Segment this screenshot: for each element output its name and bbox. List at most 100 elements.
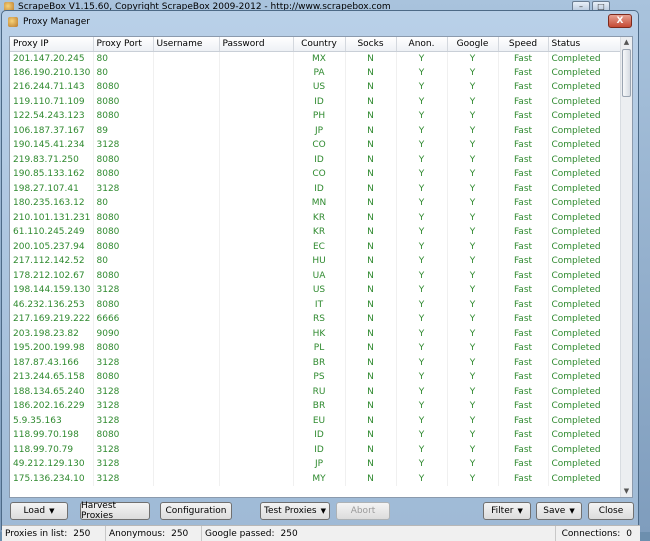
table-cell: 80 [93, 65, 154, 80]
col-header[interactable]: Speed [498, 37, 549, 52]
table-cell: N [345, 196, 397, 211]
table-cell: 8080 [93, 167, 154, 182]
table-row[interactable]: 122.54.243.123 8080 PH N Y Y Fast Completed [10, 109, 632, 124]
table-cell: BR [293, 355, 346, 370]
table-cell: 8080 [93, 225, 154, 240]
table-row[interactable]: 198.144.159.130 3128 US N Y Y Fast Completed [10, 283, 632, 298]
table-row[interactable]: 118.99.70.198 8080 ID N Y Y Fast Completed [10, 428, 632, 443]
abort-button[interactable]: Abort [336, 502, 390, 520]
col-header[interactable]: Password [219, 37, 294, 52]
table-cell: N [345, 65, 397, 80]
table-cell [219, 413, 294, 428]
table-cell: 5.9.35.163 [10, 413, 94, 428]
table-row[interactable]: 180.235.163.12 80 MN N Y Y Fast Completed [10, 196, 632, 211]
table-cell: 8080 [93, 268, 154, 283]
table-row[interactable]: 190.145.41.234 3128 CO N Y Y Fast Completed [10, 138, 632, 153]
table-cell: 3128 [93, 471, 154, 486]
table-cell [153, 399, 220, 414]
table-cell: Y [396, 442, 448, 457]
col-header[interactable]: Anon. [396, 37, 448, 52]
harvest-proxies-button[interactable]: Harvest Proxies [80, 501, 150, 521]
close-button[interactable]: Close [588, 502, 634, 520]
table-row[interactable]: 195.200.199.98 8080 PL N Y Y Fast Completed [10, 341, 632, 356]
table-cell [153, 471, 220, 486]
status-label: Proxies in list: [5, 528, 68, 539]
table-row[interactable]: 217.169.219.222 6666 RS N Y Y Fast Completed [10, 312, 632, 327]
table-row[interactable]: 46.232.136.253 8080 IT N Y Y Fast Completed [10, 297, 632, 312]
table-cell: 46.232.136.253 [10, 297, 94, 312]
table-row[interactable]: 186.202.16.229 3128 BR N Y Y Fast Completed [10, 399, 632, 414]
scroll-up-icon[interactable]: ▲ [621, 37, 632, 48]
table-cell: 106.187.37.167 [10, 123, 94, 138]
table-cell [219, 51, 294, 66]
table-row[interactable]: 187.87.43.166 3128 BR N Y Y Fast Completed [10, 355, 632, 370]
table-row[interactable]: 119.110.71.109 8080 ID N Y Y Fast Completed [10, 94, 632, 109]
table-cell: N [345, 457, 397, 472]
table-row[interactable]: 61.110.245.249 8080 KR N Y Y Fast Completed [10, 225, 632, 240]
table-row[interactable]: 216.244.71.143 8080 US N Y Y Fast Completed [10, 80, 632, 95]
table-cell [153, 384, 220, 399]
col-header[interactable]: Proxy Port [93, 37, 154, 52]
filter-button[interactable]: Filter ▼ [483, 502, 531, 520]
table-cell [153, 283, 220, 298]
table-cell: 80 [93, 51, 154, 66]
table-row[interactable]: 188.134.65.240 3128 RU N Y Y Fast Completed [10, 384, 632, 399]
table-cell: 190.145.41.234 [10, 138, 94, 153]
table-cell: Y [447, 312, 499, 327]
test-proxies-button[interactable]: Test Proxies ▼ [260, 502, 330, 520]
col-header[interactable]: Username [153, 37, 220, 52]
table-row[interactable]: 201.147.20.245 80 MX N Y Y Fast Completed [10, 51, 632, 66]
table-row[interactable]: 200.105.237.94 8080 EC N Y Y Fast Completed [10, 239, 632, 254]
proxy-grid[interactable]: Proxy IP Proxy Port Username Password Co… [9, 36, 633, 498]
table-row[interactable]: 118.99.70.79 3128 ID N Y Y Fast Completed [10, 442, 632, 457]
table-cell: Y [447, 254, 499, 269]
scroll-down-icon[interactable]: ▼ [621, 486, 632, 497]
table-row[interactable]: 219.83.71.250 8080 ID N Y Y Fast Completed [10, 152, 632, 167]
table-cell: Fast [498, 123, 549, 138]
table-cell [219, 123, 294, 138]
configuration-button[interactable]: Configuration [160, 502, 232, 520]
table-cell [219, 167, 294, 182]
scroll-thumb[interactable] [622, 49, 631, 97]
save-button[interactable]: Save ▼ [536, 502, 582, 520]
table-cell: Y [396, 196, 448, 211]
table-cell: Y [447, 370, 499, 385]
col-header[interactable]: Socks [345, 37, 397, 52]
table-row[interactable]: 210.101.131.231 8080 KR N Y Y Fast Completed [10, 210, 632, 225]
table-row[interactable]: 198.27.107.41 3128 ID N Y Y Fast Completed [10, 181, 632, 196]
table-cell: Y [447, 80, 499, 95]
table-cell: ID [293, 428, 346, 443]
table-cell: Y [396, 225, 448, 240]
table-cell: Y [447, 225, 499, 240]
table-cell: RU [293, 384, 346, 399]
table-cell [219, 239, 294, 254]
table-header: Proxy IP Proxy Port Username Password Co… [10, 37, 632, 52]
vertical-scrollbar[interactable]: ▲ ▼ [620, 37, 632, 497]
table-row[interactable]: 217.112.142.52 80 HU N Y Y Fast Completed [10, 254, 632, 269]
table-row[interactable]: 178.212.102.67 8080 UA N Y Y Fast Completed [10, 268, 632, 283]
table-row[interactable]: 49.212.129.130 3128 JP N Y Y Fast Completed [10, 457, 632, 472]
table-row[interactable]: 5.9.35.163 3128 EU N Y Y Fast Completed [10, 413, 632, 428]
table-row[interactable]: 213.244.65.158 8080 PS N Y Y Fast Completed [10, 370, 632, 385]
table-cell: Y [396, 399, 448, 414]
table-cell: N [345, 152, 397, 167]
table-cell: Y [447, 471, 499, 486]
table-cell: N [345, 312, 397, 327]
status-value: 0 [626, 528, 632, 539]
table-cell: 80 [93, 196, 154, 211]
close-icon[interactable]: X [608, 14, 632, 28]
chevron-down-icon: ▼ [517, 507, 523, 515]
table-row[interactable]: 190.85.133.162 8080 CO N Y Y Fast Completed [10, 167, 632, 182]
status-google-passed: Google passed: 250 [202, 526, 556, 541]
col-header[interactable]: Country [293, 37, 346, 52]
table-cell: 8080 [93, 428, 154, 443]
col-header[interactable]: Google [447, 37, 499, 52]
table-cell [153, 94, 220, 109]
col-header[interactable]: Proxy IP [10, 37, 94, 52]
table-row[interactable]: 175.136.234.10 3128 MY N Y Y Fast Completed [10, 471, 632, 486]
table-cell: Fast [498, 109, 549, 124]
table-row[interactable]: 186.190.210.130 80 PA N Y Y Fast Completed [10, 65, 632, 80]
table-row[interactable]: 106.187.37.167 89 JP N Y Y Fast Completed [10, 123, 632, 138]
table-row[interactable]: 203.198.23.82 9090 HK N Y Y Fast Completed [10, 326, 632, 341]
load-button[interactable]: Load ▼ [10, 502, 68, 520]
